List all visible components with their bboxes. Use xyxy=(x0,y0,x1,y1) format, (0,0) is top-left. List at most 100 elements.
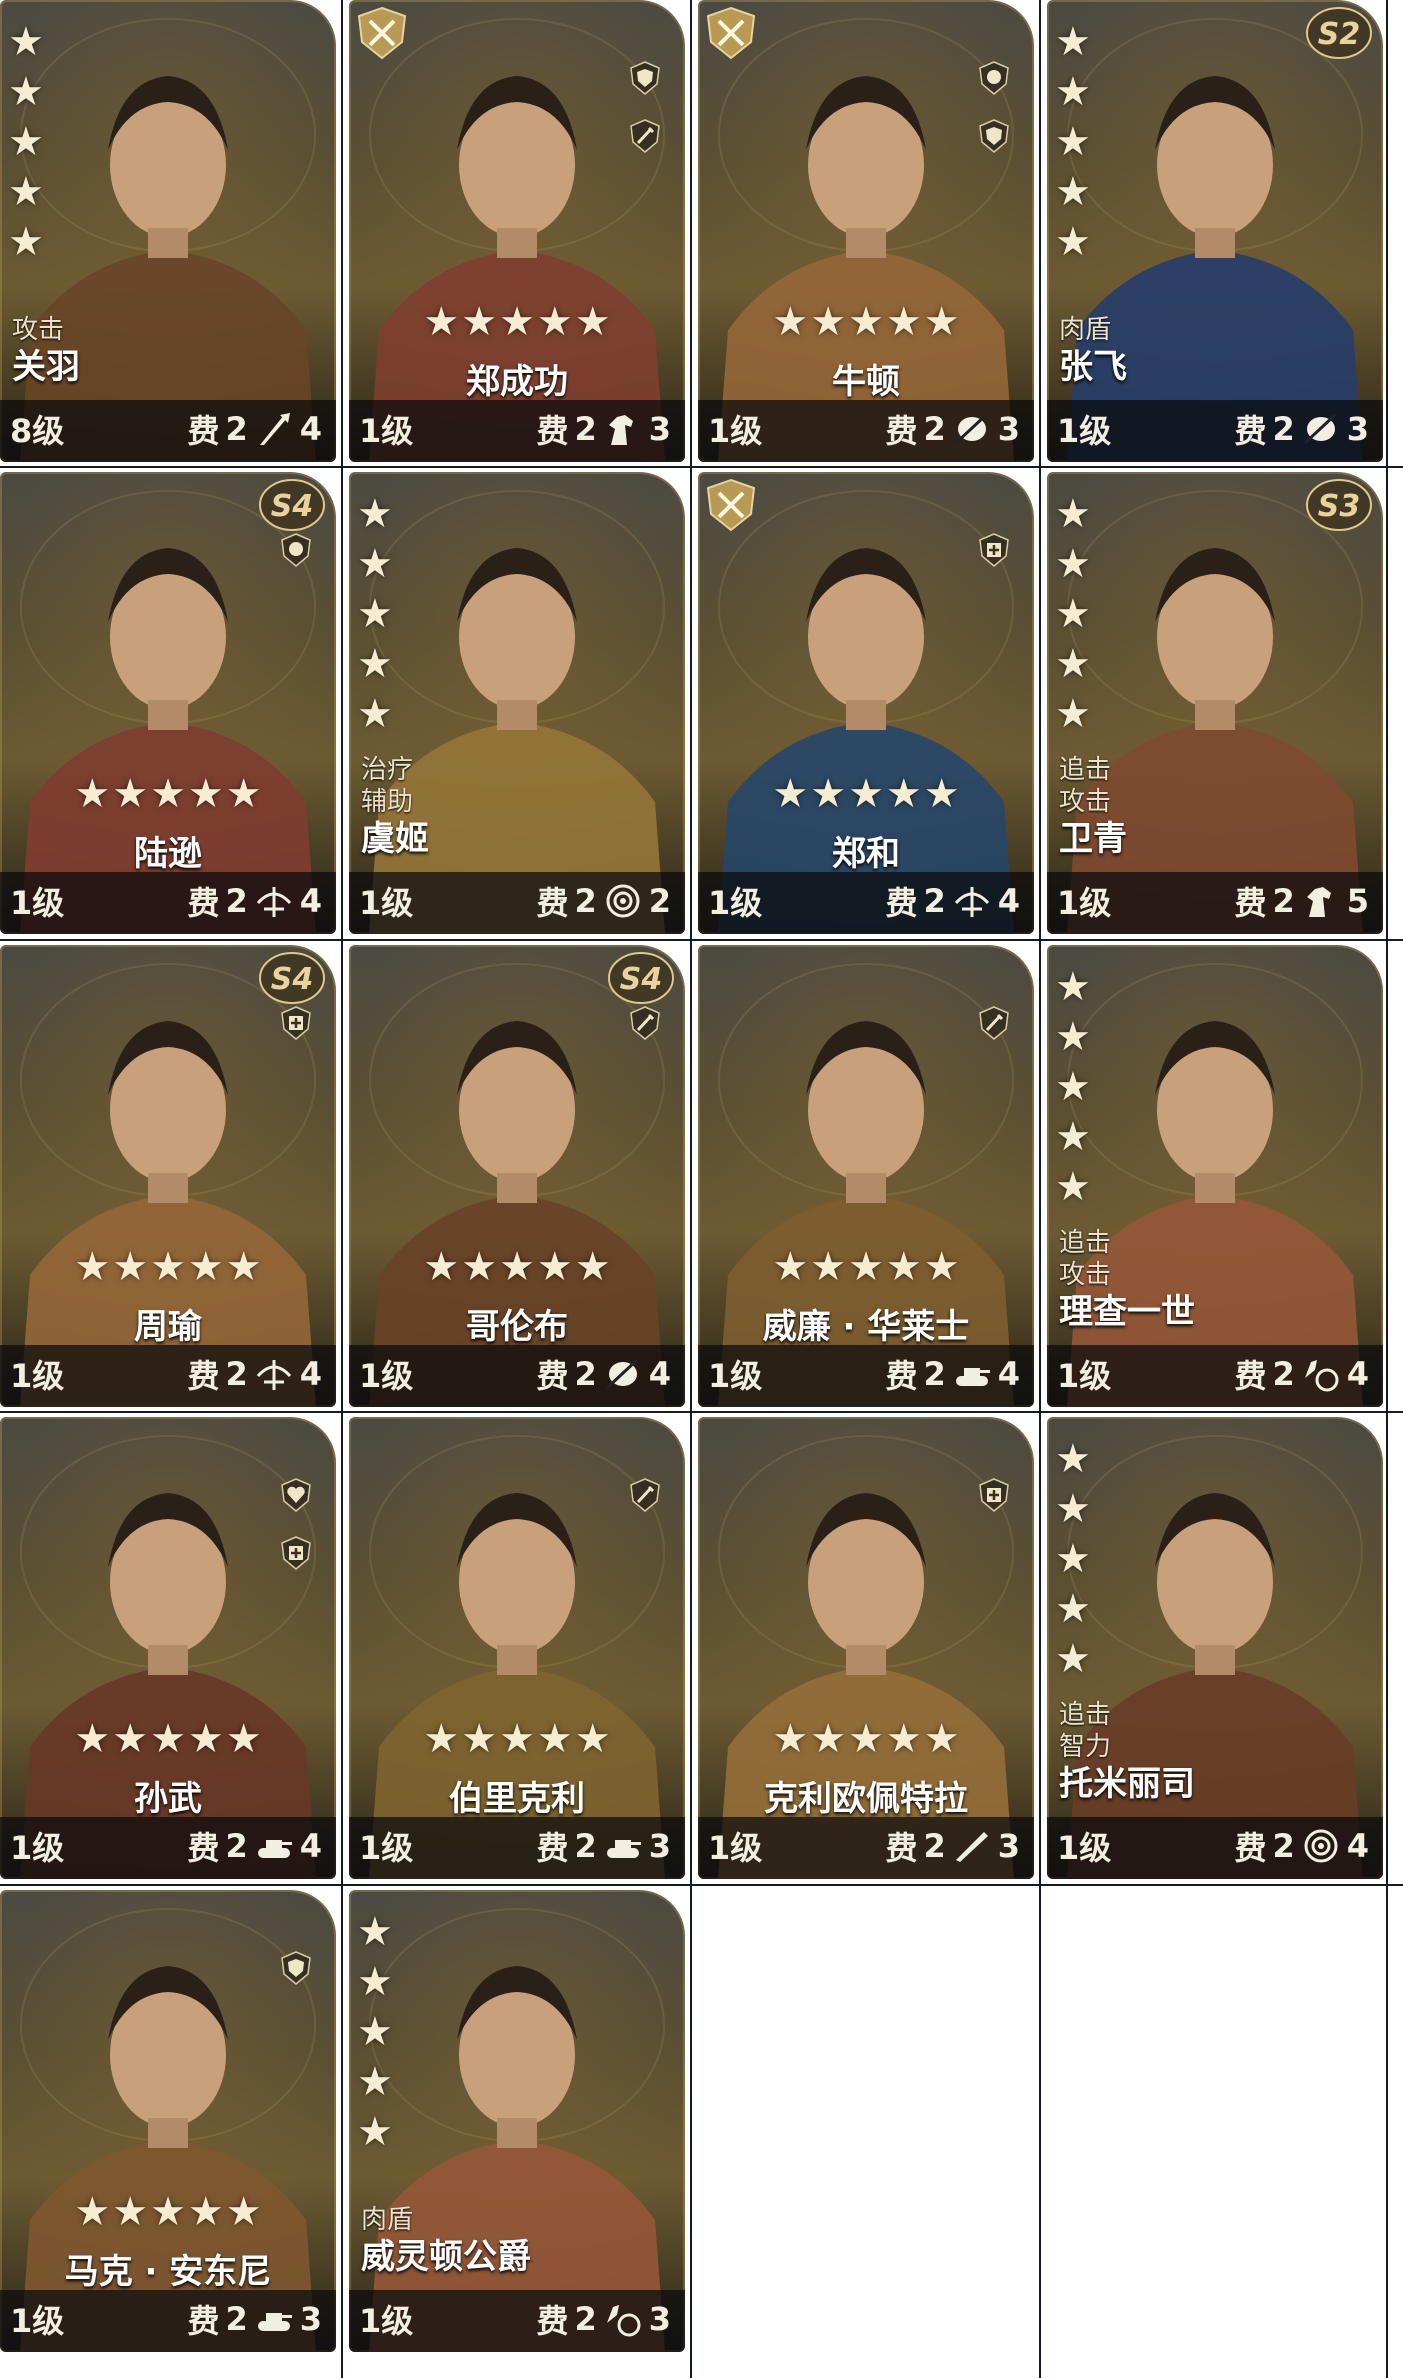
hero-card[interactable]: S3 ★ ★ ★ ★ ★ 卫青 追击 攻击 1级费 2 5 xyxy=(1047,472,1383,934)
deploy-cost: 费2 3 xyxy=(1234,406,1369,452)
unit-count: 3 xyxy=(1346,410,1369,448)
hero-name: 陆逊 xyxy=(134,834,202,874)
grid-divider xyxy=(0,1884,1403,1886)
star-icon: ★ xyxy=(1055,1536,1091,1582)
feather-blade-icon xyxy=(603,1356,643,1392)
hero-card[interactable]: S4 ★★★★★ 周瑜 1级费 2 4 xyxy=(0,945,336,1407)
hero-card[interactable]: ★ ★ ★ ★ ★ 虞姬 治疗 辅助 1级费 2 2 xyxy=(349,472,685,934)
cost-label: 费 xyxy=(885,1357,918,1395)
deploy-cost: 费2 5 xyxy=(1234,878,1369,924)
hero-card[interactable]: ★★★★★ 克利欧佩特拉 1级费 2 3 xyxy=(698,1417,1034,1879)
unit-count: 3 xyxy=(997,410,1020,448)
cost-label: 费 xyxy=(187,884,220,922)
star-rating: ★★★★★ xyxy=(698,1245,1034,1289)
grid-divider xyxy=(0,466,1403,468)
deploy-cost: 费2 4 xyxy=(187,406,322,452)
star-icon: ★ xyxy=(357,491,393,537)
season-badge: S3 xyxy=(1303,476,1375,534)
rifle-icon xyxy=(952,1828,992,1864)
star-icon: ★ xyxy=(1055,1436,1091,1482)
hero-role-tag: 追击 xyxy=(1059,1700,1112,1730)
cost-value: 2 xyxy=(225,1827,248,1865)
hero-role-tag: 肉盾 xyxy=(1059,315,1112,345)
star-icon: ★ xyxy=(848,1716,884,1762)
hero-card[interactable]: ★ ★ ★ ★ ★ 托米丽司 追击 智力 1级费 2 4 xyxy=(1047,1417,1383,1879)
hero-card[interactable]: ★★★★★ 郑和 1级费 2 4 xyxy=(698,472,1034,934)
hero-card[interactable]: ★★★★★ 郑成功 1级费 2 3 xyxy=(349,0,685,462)
star-icon: ★ xyxy=(772,299,809,345)
star-icon: ★ xyxy=(885,299,922,345)
hero-level: 1级 xyxy=(10,884,65,922)
grid-divider xyxy=(690,0,692,2378)
star-rating: ★★★★★ xyxy=(349,1245,685,1289)
star-icon: ★ xyxy=(848,299,884,345)
hero-name: 郑和 xyxy=(832,834,900,874)
unit-count: 4 xyxy=(997,882,1020,920)
star-rating: ★★★★★ xyxy=(1055,492,1099,742)
cost-value: 2 xyxy=(574,882,597,920)
star-icon: ★ xyxy=(357,641,393,687)
season-label: S4 xyxy=(271,489,313,524)
hero-card[interactable]: S2 ★ ★ ★ ★ ★ 张飞 肉盾 1级费 2 3 xyxy=(1047,0,1383,462)
star-icon: ★ xyxy=(150,1244,186,1290)
shield-plus-icon xyxy=(976,1477,1012,1513)
head-icon xyxy=(278,532,314,568)
hero-card[interactable]: ★ ★ ★ ★ ★ 理查一世 追击 攻击 1级费 2 4 xyxy=(1047,945,1383,1407)
star-icon: ★ xyxy=(536,1244,573,1290)
hero-level: 1级 xyxy=(359,1829,414,1867)
star-icon: ★ xyxy=(187,771,224,817)
hero-card[interactable]: ★★★★★ 伯里克利 1级费 2 3 xyxy=(349,1417,685,1879)
spear-icon xyxy=(254,411,294,447)
hero-card[interactable]: ★★★★★ 孙武 1级费 2 4 xyxy=(0,1417,336,1879)
cost-value: 2 xyxy=(225,2300,248,2338)
deploy-cost: 费2 3 xyxy=(187,2296,322,2342)
hero-name: 威廉 · 华莱士 xyxy=(762,1307,970,1347)
star-icon: ★ xyxy=(1055,1164,1091,1210)
season-badge: S4 xyxy=(605,949,677,1007)
hero-role-tag: 治疗 xyxy=(361,755,414,785)
star-icon: ★ xyxy=(772,1244,809,1290)
shield-plus-icon xyxy=(976,532,1012,568)
unit-count: 4 xyxy=(997,1355,1020,1393)
star-icon: ★ xyxy=(461,1244,498,1290)
season-label: S4 xyxy=(271,962,313,997)
cost-value: 2 xyxy=(225,1355,248,1393)
feather-blade-icon xyxy=(1301,411,1341,447)
star-icon: ★ xyxy=(885,771,922,817)
hero-level: 1级 xyxy=(359,1357,414,1395)
hero-card[interactable]: ★★★★★ 威廉 · 华莱士 1级费 2 4 xyxy=(698,945,1034,1407)
star-icon: ★ xyxy=(187,2189,224,2235)
star-icon: ★ xyxy=(357,1959,393,2005)
crossed-swords-icon xyxy=(704,6,758,60)
unit-count: 3 xyxy=(299,2300,322,2338)
hero-level: 8级 xyxy=(10,412,65,450)
season-badge: S2 xyxy=(1303,4,1375,62)
hero-card[interactable]: ★★★★★ 马克 · 安东尼 1级费 2 3 xyxy=(0,1890,336,2352)
unit-count: 3 xyxy=(648,2300,671,2338)
star-icon: ★ xyxy=(112,1716,149,1762)
star-rating: ★★★★★ xyxy=(1055,1437,1099,1687)
crossbow-icon xyxy=(254,1356,294,1392)
star-rating: ★★★★★ xyxy=(349,300,685,344)
deploy-cost: 费2 4 xyxy=(187,878,322,924)
star-rating: ★★★★★ xyxy=(698,1717,1034,1761)
star-icon: ★ xyxy=(357,541,393,587)
star-icon: ★ xyxy=(536,1716,573,1762)
deploy-cost: 费2 4 xyxy=(187,1351,322,1397)
deploy-cost: 费2 3 xyxy=(885,1823,1020,1869)
hero-card[interactable]: ★ ★ ★ ★ ★ 威灵顿公爵 肉盾 1级费 2 3 xyxy=(349,1890,685,2352)
hero-card[interactable]: S4 ★★★★★ 陆逊 1级费 2 4 xyxy=(0,472,336,934)
star-icon: ★ xyxy=(1055,1064,1091,1110)
star-icon: ★ xyxy=(1055,491,1091,537)
sword-icon xyxy=(627,1477,663,1513)
hero-card[interactable]: ★ ★ ★ ★ ★ 关羽 攻击 8级费 2 4 xyxy=(0,0,336,462)
deploy-cost: 费2 4 xyxy=(885,878,1020,924)
hero-name: 理查一世 xyxy=(1059,1292,1195,1332)
hero-name: 张飞 xyxy=(1059,347,1127,387)
hero-card[interactable]: ★★★★★ 牛顿 1级费 2 3 xyxy=(698,0,1034,462)
star-icon: ★ xyxy=(187,1716,224,1762)
cost-value: 2 xyxy=(923,410,946,448)
star-rating: ★★★★★ xyxy=(357,492,401,742)
star-icon: ★ xyxy=(1055,1114,1091,1160)
hero-card[interactable]: S4 ★★★★★ 哥伦布 1级费 2 4 xyxy=(349,945,685,1407)
